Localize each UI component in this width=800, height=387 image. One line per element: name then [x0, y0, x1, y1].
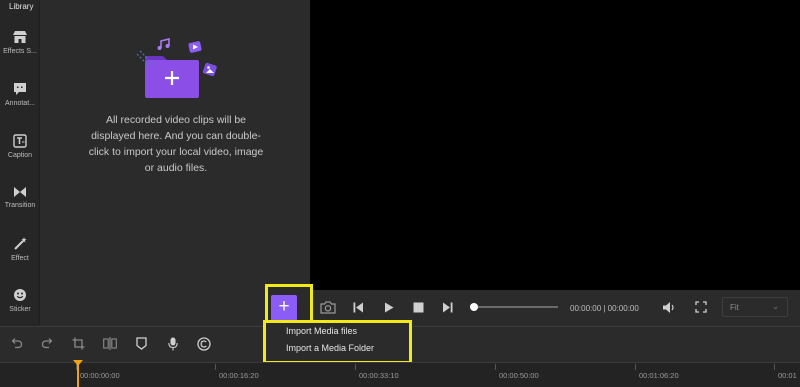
bowtie-transition-icon: [14, 187, 26, 197]
add-media-button[interactable]: +: [271, 295, 297, 321]
sidebar-item-sticker[interactable]: Sticker: [0, 288, 40, 313]
copyright-icon[interactable]: [197, 337, 211, 351]
timecode-tick: 00:01: [774, 364, 797, 380]
current-time: 00:00:00: [570, 304, 602, 313]
sidebar-item-label: Effect: [11, 255, 29, 262]
sidebar-item-transition[interactable]: Transition: [0, 186, 40, 209]
video-play-icon: [188, 41, 202, 53]
undo-icon[interactable]: [11, 337, 23, 349]
sidebar-item-label: Effects S...: [3, 48, 37, 55]
empty-library-message: All recorded video clips will be display…: [88, 114, 264, 174]
progress-handle[interactable]: [470, 303, 478, 311]
fullscreen-icon[interactable]: [695, 301, 707, 313]
image-icon: [202, 62, 217, 77]
timecode-tick: 00:00:33:10: [355, 364, 399, 380]
crop-icon[interactable]: [72, 337, 85, 350]
play-icon[interactable]: [384, 302, 394, 313]
time-display: 00:00:00 | 00:00:00: [570, 304, 639, 313]
tool-sidebar: Library Effects S... Annotat... Caption …: [0, 0, 40, 326]
snapshot-camera-icon[interactable]: [320, 301, 336, 314]
magic-wand-icon: [13, 237, 26, 250]
chevron-down-icon: ⌄: [772, 302, 779, 311]
progress-track: [470, 306, 558, 308]
import-menu: Import Media files Import a Media Folder: [263, 320, 412, 364]
fit-label: Fit: [730, 303, 739, 312]
empty-folder-illustration: [136, 38, 217, 98]
total-time: 00:00:00: [607, 304, 639, 313]
timecode-tick: 00:00:16:20: [215, 364, 259, 380]
library-title: Library: [9, 2, 34, 11]
redo-icon[interactable]: [41, 337, 53, 349]
sidebar-item-caption[interactable]: Caption: [0, 134, 40, 159]
sidebar-item-label: Sticker: [9, 306, 31, 313]
menu-item-import-media-files[interactable]: Import Media files: [286, 326, 357, 336]
zoom-fit-select[interactable]: Fit ⌄: [722, 297, 788, 317]
store-icon: [13, 31, 27, 43]
speech-bubble-icon: [14, 83, 26, 95]
next-frame-icon[interactable]: [443, 302, 453, 313]
sidebar-item-effects-store[interactable]: Effects S...: [0, 30, 40, 55]
smiley-sticker-icon: [14, 289, 26, 301]
marker-icon[interactable]: [136, 337, 147, 350]
video-preview[interactable]: [310, 0, 800, 290]
timecode-tick: 00:01:06:20: [635, 364, 679, 380]
media-library-panel[interactable]: All recorded video clips will be display…: [41, 0, 309, 326]
sidebar-item-effect[interactable]: Effect: [0, 236, 40, 262]
sidebar-item-label: Annotat...: [5, 100, 35, 107]
split-icon[interactable]: [103, 337, 117, 350]
microphone-icon[interactable]: [168, 337, 178, 351]
sidebar-item-label: Caption: [7, 152, 33, 159]
sidebar-item-label: Transition: [4, 202, 36, 209]
playback-progress-slider[interactable]: [470, 303, 558, 311]
sidebar-item-annotation[interactable]: Annotat...: [0, 82, 40, 107]
music-note-icon: [157, 38, 170, 50]
menu-item-import-media-folder[interactable]: Import a Media Folder: [286, 343, 374, 353]
stop-icon[interactable]: [413, 302, 424, 313]
playhead-handle[interactable]: [73, 360, 83, 366]
timeline-ruler[interactable]: 00:00:00:00 00:00:16:20 00:00:33:10 00:0…: [0, 362, 800, 387]
timecode-tick: 00:00:00:00: [76, 364, 120, 380]
text-caption-icon: [13, 134, 27, 148]
timecode-tick: 00:00:50:00: [495, 364, 539, 380]
previous-frame-icon[interactable]: [353, 302, 363, 313]
volume-icon[interactable]: [662, 301, 676, 314]
